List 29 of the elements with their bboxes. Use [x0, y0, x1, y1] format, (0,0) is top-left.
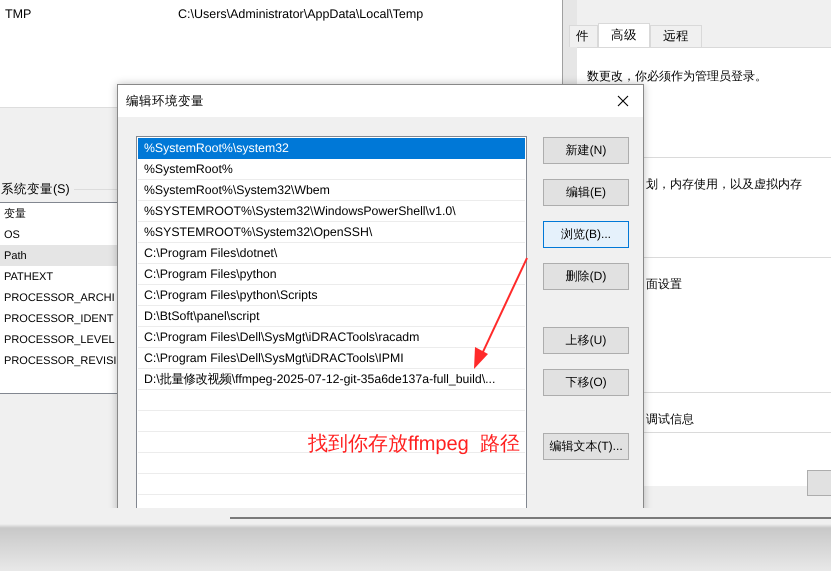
table-row[interactable]: PROCESSOR_LEVEL	[0, 329, 118, 350]
annotation-text: 找到你存放ffmpeg 路径	[308, 432, 520, 457]
table-row[interactable]: PROCESSOR_IDENT	[0, 308, 118, 329]
tab[interactable]: 高级	[598, 23, 650, 47]
group-label: 系统变量(S)	[1, 180, 70, 198]
dialog-button[interactable]: 上移(U)	[543, 327, 629, 354]
table-row[interactable]: PROCESSOR_REVISI	[0, 350, 118, 371]
description-text: 调试信息	[646, 411, 694, 428]
table-row[interactable]: OS	[0, 224, 118, 245]
dialog-button[interactable]: 下移(O)	[543, 369, 629, 396]
description-text: 数更改，你必须作为管理员登录。	[587, 68, 767, 85]
description-text: 划，内存使用，以及虚拟内存	[646, 176, 802, 193]
path-item[interactable]: %SystemRoot%\system32	[138, 138, 525, 159]
close-icon	[617, 95, 629, 107]
table-cell-text: C:\Users\Administrator\AppData\Local\Temp	[177, 7, 424, 21]
dialog-button[interactable]: 新建(N)	[543, 137, 629, 164]
table-row[interactable]: PATHEXT	[0, 266, 118, 287]
dialog-button[interactable]: 编辑文本(T)...	[543, 433, 629, 460]
tab[interactable]: 远程	[650, 25, 702, 47]
dialog-button[interactable]: 编辑(E)	[543, 179, 629, 206]
table-row[interactable]: PROCESSOR_ARCHI	[0, 287, 118, 308]
dialog-title: 编辑环境变量	[126, 92, 204, 110]
description-text: 面设置	[646, 276, 682, 293]
tab[interactable]: 件	[569, 25, 598, 47]
dialog-button[interactable]: 删除(D)	[543, 263, 629, 290]
table-cell-text: TMP	[4, 7, 32, 21]
table-row[interactable]: Path	[0, 245, 118, 266]
column-header[interactable]: 变量	[0, 203, 118, 224]
dialog-button[interactable]: 浏览(B)...	[543, 221, 629, 248]
